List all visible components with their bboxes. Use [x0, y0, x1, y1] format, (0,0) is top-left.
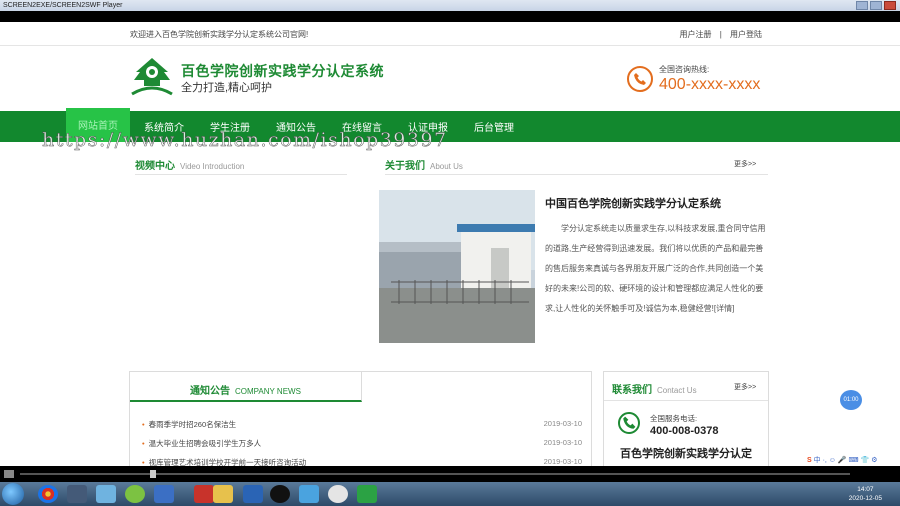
- about-title-en: About Us: [430, 162, 463, 171]
- website-viewport: 欢迎进入百色学院创新实践学分认定系统公司官网! 用户注册 | 用户登陆 百色学院…: [0, 22, 900, 466]
- phone-icon: [627, 66, 653, 92]
- video-title: 视频中心: [135, 161, 175, 172]
- player-control-bar: [0, 466, 900, 482]
- about-section-title: 关于我们 About Us: [385, 157, 463, 172]
- login-link[interactable]: 用户登陆: [730, 30, 762, 39]
- news-date: 2019-03-10: [543, 419, 582, 428]
- player-title-bar: SCREEN2EXE/SCREEN2SWF Player: [0, 0, 900, 11]
- contact-panel: 联系我们 Contact Us 更多>> 全国服务电话: 400-008-0378…: [603, 371, 769, 466]
- minimize-button[interactable]: [856, 1, 868, 10]
- watermark: https://www.huzhan.com/ishop39397: [42, 129, 448, 152]
- about-photo: [379, 190, 535, 343]
- news-text: 视库管理艺术培训学校开学前一天接听咨询活动: [148, 458, 307, 466]
- app-icon[interactable]: [357, 485, 377, 503]
- start-button[interactable]: [2, 483, 24, 505]
- contact-title-group: 联系我们 Contact Us: [612, 381, 697, 396]
- bullet-icon: •: [142, 458, 145, 466]
- news-tab-header[interactable]: 通知公告 COMPANY NEWS: [130, 372, 362, 402]
- app-icon[interactable]: [125, 485, 145, 503]
- news-row[interactable]: • 春雨季学时招260名保洁生 2019-03-10: [142, 419, 582, 430]
- seek-handle[interactable]: [150, 470, 156, 478]
- contact-company-name: 百色学院创新实践学分认定: [620, 448, 752, 460]
- clock-time: 14:07: [857, 486, 874, 493]
- hotline-label: 全国咨询热线:: [659, 65, 710, 74]
- folder-icon[interactable]: [213, 485, 233, 503]
- link-divider: |: [719, 30, 722, 39]
- news-title: 通知公告: [190, 386, 230, 397]
- flash-icon[interactable]: [194, 485, 214, 503]
- app-icon[interactable]: [299, 485, 319, 503]
- divider: [135, 174, 347, 175]
- video-section-title: 视频中心 Video Introduction: [135, 157, 244, 172]
- app-icon[interactable]: [243, 485, 263, 503]
- news-panel: 通知公告 COMPANY NEWS • 春雨季学时招260名保洁生 2019-03-…: [129, 371, 592, 466]
- app-icon[interactable]: [154, 485, 174, 503]
- bullet-icon: •: [142, 439, 145, 448]
- site-slogan: 全力打造,精心呵护: [181, 82, 273, 94]
- app-icon[interactable]: [67, 485, 87, 503]
- contact-title-en: Contact Us: [657, 386, 697, 395]
- news-text: 春雨季学时招260名保洁生: [148, 420, 237, 429]
- windows-taskbar: 14:07 2020-12-05: [0, 482, 900, 506]
- about-heading: 中国百色学院创新实践学分认定系统: [545, 198, 721, 210]
- news-title-group: 通知公告 COMPANY NEWS: [190, 382, 301, 397]
- maximize-button[interactable]: [870, 1, 882, 10]
- app-icon[interactable]: [328, 485, 348, 503]
- video-title-en: Video Introduction: [180, 162, 245, 171]
- register-link[interactable]: 用户注册: [679, 30, 711, 39]
- play-icon[interactable]: [4, 470, 14, 478]
- clock-date: 2020-12-05: [848, 495, 882, 502]
- system-tray[interactable]: 14:07 2020-12-05: [700, 482, 900, 506]
- contact-tel-number: 400-008-0378: [650, 425, 719, 437]
- logo-tree-icon[interactable]: [130, 56, 174, 98]
- about-title: 关于我们: [385, 161, 425, 172]
- site-title: 百色学院创新实践学分认定系统: [181, 63, 384, 79]
- news-text: 温大毕业生招聘会吸引学生万多人: [148, 439, 262, 448]
- news-date: 2019-03-10: [543, 438, 582, 447]
- about-more-link[interactable]: 更多>>: [734, 159, 756, 169]
- contact-tel-label: 全国服务电话:: [650, 414, 698, 423]
- top-bar: 欢迎进入百色学院创新实践学分认定系统公司官网! 用户注册 | 用户登陆: [0, 22, 900, 46]
- about-text: 学分认定系统走以质量求生存,以科技求发展,重合同守信用的道路,生产经营得到迅速发…: [545, 224, 766, 313]
- nav-admin[interactable]: 后台管理: [463, 111, 525, 142]
- welcome-text: 欢迎进入百色学院创新实践学分认定系统公司官网!: [130, 30, 309, 39]
- news-row[interactable]: • 视库管理艺术培训学校开学前一天接听咨询活动 2019-03-10: [142, 457, 582, 466]
- bullet-icon: •: [142, 420, 145, 429]
- news-date: 2019-03-10: [543, 457, 582, 466]
- divider: [604, 400, 768, 401]
- divider: [385, 174, 768, 175]
- clock[interactable]: 14:07 2020-12-05: [849, 485, 882, 503]
- app-icon[interactable]: [96, 485, 116, 503]
- phone-icon: [618, 412, 640, 434]
- news-row[interactable]: • 温大毕业生招聘会吸引学生万多人 2019-03-10: [142, 438, 582, 449]
- close-button[interactable]: [884, 1, 896, 10]
- hotline-number: 400-xxxx-xxxx: [659, 76, 761, 93]
- sogou-icon: S: [807, 457, 812, 464]
- seek-bar[interactable]: [20, 473, 850, 475]
- video-player[interactable]: [135, 182, 345, 347]
- ime-status: 中 ·, ☺ 🎤 ⌨ 👕 ⚙: [813, 457, 878, 464]
- chrome-icon[interactable]: [38, 485, 58, 503]
- qq-icon[interactable]: [270, 485, 290, 503]
- ime-toolbar[interactable]: S 中 ·, ☺ 🎤 ⌨ 👕 ⚙: [804, 455, 900, 466]
- contact-more-link[interactable]: 更多>>: [734, 382, 756, 392]
- floating-timer-button[interactable]: 01:00: [840, 390, 862, 410]
- news-title-en: COMPANY NEWS: [235, 387, 301, 396]
- video-letterbox-top: [0, 11, 900, 22]
- window-title: SCREEN2EXE/SCREEN2SWF Player: [3, 2, 123, 9]
- contact-title: 联系我们: [612, 385, 652, 396]
